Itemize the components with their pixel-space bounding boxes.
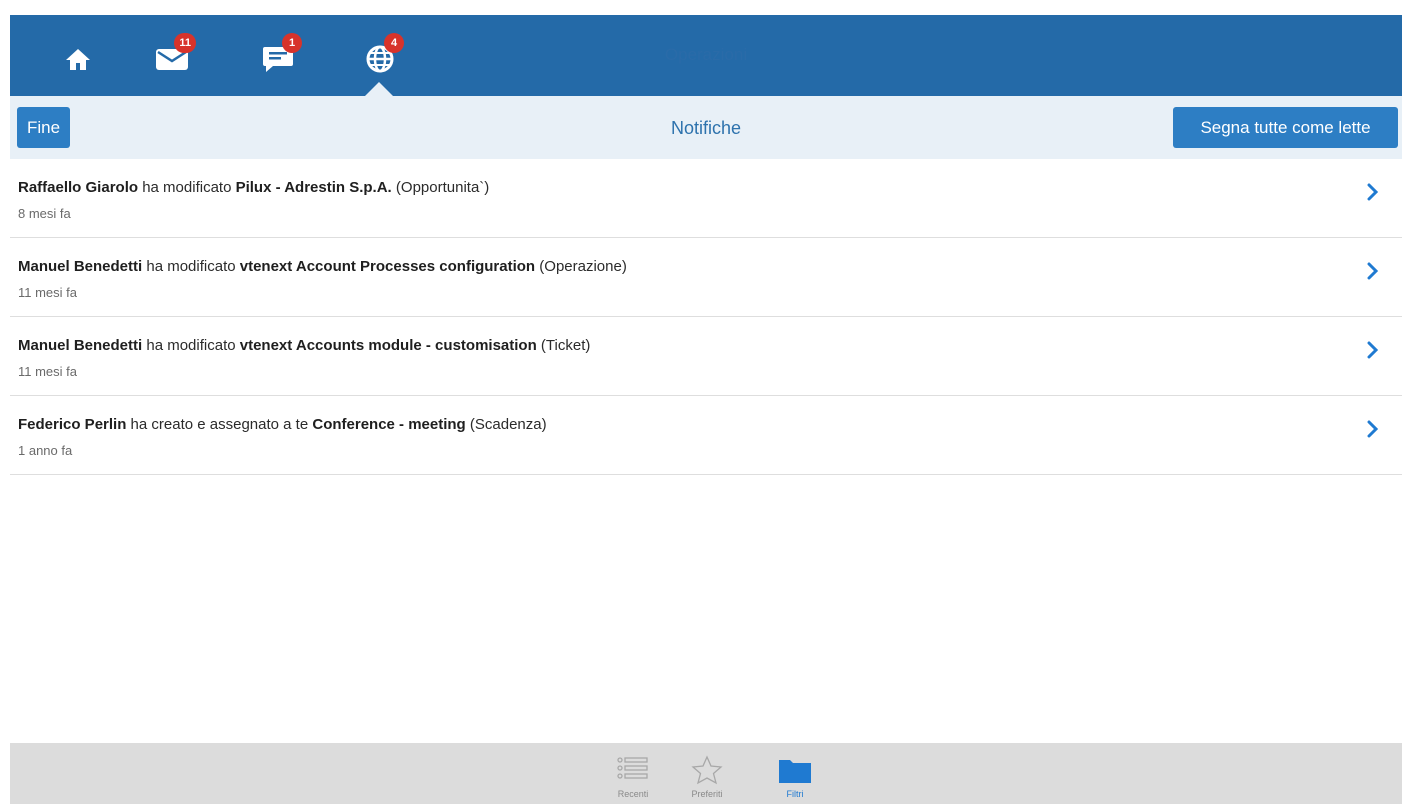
notification-text: Raffaello Giarolo ha modificato Pilux - … xyxy=(18,179,489,196)
notification-action: ha creato e assegnato a te xyxy=(130,416,309,433)
notification-record: vtenext Account Processes configuration xyxy=(239,258,536,275)
notification-time: 11 mesi fa xyxy=(18,364,78,379)
notification-action: ha modificato xyxy=(142,179,232,196)
notification-user: Raffaello Giarolo xyxy=(18,179,139,196)
list-icon xyxy=(617,757,648,779)
notification-item[interactable]: Federico Perlin ha creato e assegnato a … xyxy=(10,396,1402,475)
notification-type: (Scadenza) xyxy=(469,416,547,433)
top-nav-bar: 11 1 4 Operazioni xyxy=(10,15,1402,96)
tab-filtri[interactable]: Filtri xyxy=(760,755,830,799)
notification-time: 11 mesi fa xyxy=(18,285,78,300)
tab-preferiti[interactable]: Preferiti xyxy=(672,755,742,799)
notification-item[interactable]: Manuel Benedetti ha modificato vtenext A… xyxy=(10,317,1402,396)
notification-time: 8 mesi fa xyxy=(18,206,71,221)
notification-text: Manuel Benedetti ha modificato vtenext A… xyxy=(18,337,590,354)
notification-user: Manuel Benedetti xyxy=(18,337,143,354)
chevron-right-icon xyxy=(1367,183,1379,201)
notification-item[interactable]: Raffaello Giarolo ha modificato Pilux - … xyxy=(10,159,1402,238)
notification-action: ha modificato xyxy=(146,258,236,275)
notification-type: (Operazione) xyxy=(539,258,627,275)
notification-record: vtenext Accounts module - customisation xyxy=(239,337,537,354)
page-title: Operazioni xyxy=(664,45,748,64)
app-frame: 11 1 4 Operazioni Fine Notifiche Segna t… xyxy=(10,15,1402,804)
tab-label: Recenti xyxy=(617,789,649,799)
chevron-right-icon xyxy=(1367,341,1379,359)
notification-type: (Opportunita`) xyxy=(395,179,490,196)
notification-record: Pilux - Adrestin S.p.A. xyxy=(235,179,392,196)
chevron-right-icon xyxy=(1367,262,1379,280)
notification-text: Manuel Benedetti ha modificato vtenext A… xyxy=(18,258,627,275)
chevron-right-icon xyxy=(1367,420,1379,438)
star-icon xyxy=(691,755,723,785)
tab-label: Filtri xyxy=(786,789,804,799)
notification-record: Conference - meeting xyxy=(312,416,466,433)
notification-text: Federico Perlin ha creato e assegnato a … xyxy=(18,416,547,433)
notification-user: Manuel Benedetti xyxy=(18,258,143,275)
notification-user: Federico Perlin xyxy=(18,416,127,433)
folder-icon xyxy=(779,760,811,783)
notification-action: ha modificato xyxy=(146,337,236,354)
sub-header: Fine Notifiche Segna tutte come lette xyxy=(10,96,1402,159)
notification-list: Raffaello Giarolo ha modificato Pilux - … xyxy=(10,159,1402,475)
notification-type: (Ticket) xyxy=(540,337,591,354)
tab-recenti[interactable]: Recenti xyxy=(598,755,668,799)
active-tab-caret xyxy=(365,82,393,96)
notification-item[interactable]: Manuel Benedetti ha modificato vtenext A… xyxy=(10,238,1402,317)
mark-all-read-button[interactable]: Segna tutte come lette xyxy=(1173,107,1398,148)
notification-time: 1 anno fa xyxy=(18,443,73,458)
bottom-tab-bar: Recenti Preferiti Filtri xyxy=(10,743,1402,804)
tab-label: Preferiti xyxy=(691,789,723,799)
